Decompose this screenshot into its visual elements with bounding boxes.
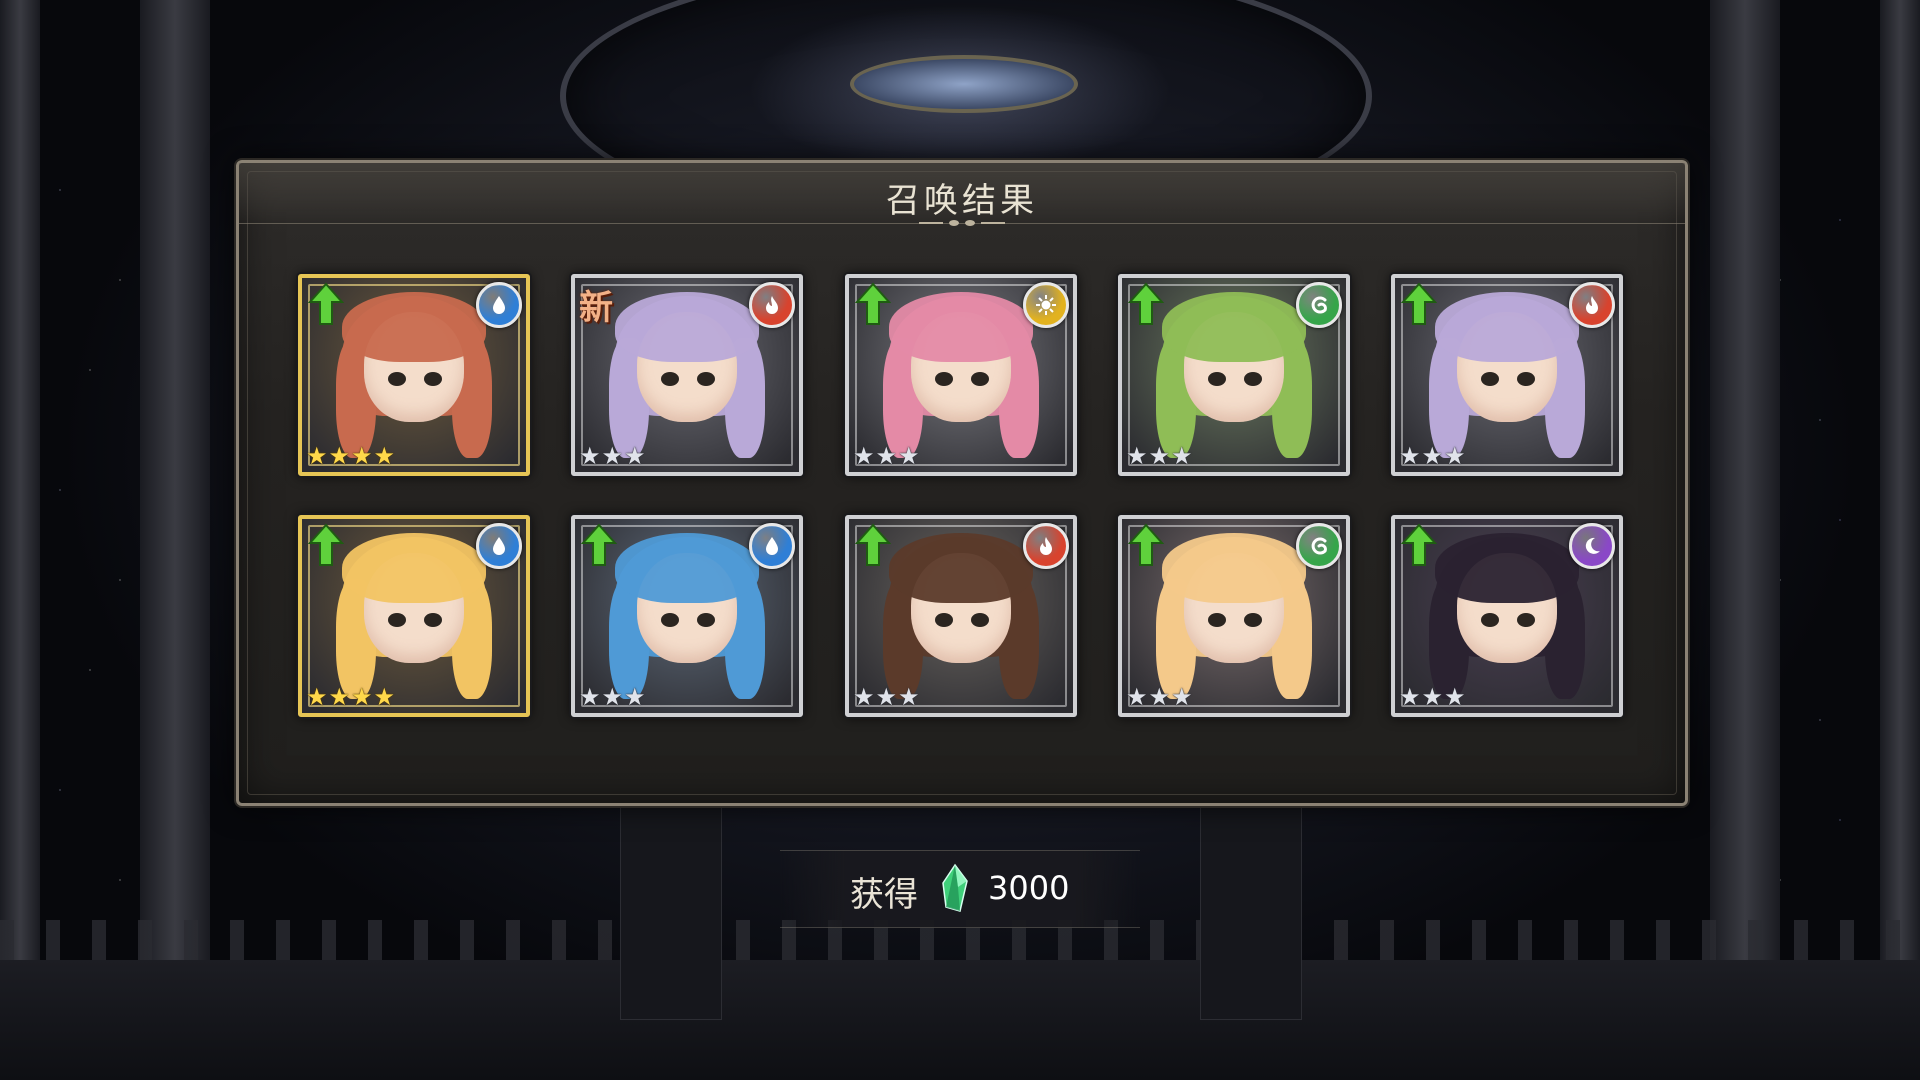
star-icon: ★ xyxy=(1171,683,1193,711)
wind-element-icon xyxy=(1296,523,1342,569)
star-icon: ★ xyxy=(1399,683,1421,711)
rarity-stars: ★ ★ ★ xyxy=(1399,444,1466,468)
star-icon: ★ xyxy=(306,442,328,470)
star-icon: ★ xyxy=(1171,442,1193,470)
star-icon: ★ xyxy=(306,683,328,711)
rarity-stars: ★ ★ ★ xyxy=(853,444,920,468)
title-ornament xyxy=(909,217,1015,229)
character-card[interactable]: 新 ★ ★ ★ xyxy=(571,274,803,476)
green-crystal-icon xyxy=(942,863,968,912)
reward-label: 获得 xyxy=(850,875,918,915)
star-icon: ★ xyxy=(601,683,624,711)
star-icon: ★ xyxy=(579,442,601,470)
new-badge: 新 xyxy=(579,288,613,328)
up-arrow-icon xyxy=(855,523,891,566)
up-arrow-icon xyxy=(1401,282,1437,325)
star-icon: ★ xyxy=(898,683,920,711)
character-card[interactable]: ★ ★ ★ ★ xyxy=(298,274,530,476)
star-icon: ★ xyxy=(853,683,875,711)
star-icon: ★ xyxy=(579,683,601,711)
wind-element-icon xyxy=(1296,282,1342,328)
dark-element-icon xyxy=(1569,523,1615,569)
up-arrow-icon xyxy=(581,523,617,566)
character-card[interactable]: ★ ★ ★ xyxy=(845,515,1077,717)
star-icon: ★ xyxy=(853,442,875,470)
water-element-icon xyxy=(476,523,522,569)
rarity-stars: ★ ★ ★ xyxy=(1399,685,1466,709)
skylight-window xyxy=(850,55,1078,113)
rarity-stars: ★ ★ ★ ★ xyxy=(306,685,395,709)
star-icon: ★ xyxy=(1444,683,1466,711)
star-icon: ★ xyxy=(601,442,624,470)
star-icon: ★ xyxy=(1126,683,1148,711)
character-card[interactable]: ★ ★ ★ xyxy=(845,274,1077,476)
character-card[interactable]: ★ ★ ★ xyxy=(571,515,803,717)
character-card[interactable]: ★ ★ ★ xyxy=(1118,274,1350,476)
star-icon: ★ xyxy=(875,683,898,711)
up-arrow-icon xyxy=(308,282,344,325)
star-icon: ★ xyxy=(1421,683,1444,711)
star-icon: ★ xyxy=(351,683,373,711)
star-icon: ★ xyxy=(1421,442,1444,470)
rarity-stars: ★ ★ ★ xyxy=(579,685,646,709)
rarity-stars: ★ ★ ★ xyxy=(1126,444,1193,468)
reward-bar: 获得 3000 xyxy=(780,850,1140,928)
star-icon: ★ xyxy=(1399,442,1421,470)
character-card[interactable]: ★ ★ ★ xyxy=(1391,515,1623,717)
character-card[interactable]: ★ ★ ★ xyxy=(1118,515,1350,717)
up-arrow-icon xyxy=(855,282,891,325)
star-icon: ★ xyxy=(328,442,351,470)
rarity-stars: ★ ★ ★ xyxy=(579,444,646,468)
reward-amount: 3000 xyxy=(988,869,1070,907)
up-arrow-icon xyxy=(1128,282,1164,325)
fire-element-icon xyxy=(1569,282,1615,328)
fire-element-icon xyxy=(749,282,795,328)
star-icon: ★ xyxy=(328,683,351,711)
up-arrow-icon xyxy=(1401,523,1437,566)
rarity-stars: ★ ★ ★ xyxy=(1126,685,1193,709)
light-element-icon xyxy=(1023,282,1069,328)
fire-element-icon xyxy=(1023,523,1069,569)
star-icon: ★ xyxy=(624,442,646,470)
star-icon: ★ xyxy=(875,442,898,470)
character-card[interactable]: ★ ★ ★ ★ xyxy=(298,515,530,717)
star-icon: ★ xyxy=(1126,442,1148,470)
page-title: 召唤结果 xyxy=(886,181,1038,221)
star-icon: ★ xyxy=(373,683,396,711)
star-icon: ★ xyxy=(624,683,646,711)
star-icon: ★ xyxy=(1444,442,1466,470)
star-icon: ★ xyxy=(1148,683,1171,711)
star-icon: ★ xyxy=(373,442,396,470)
character-card[interactable]: ★ ★ ★ xyxy=(1391,274,1623,476)
rarity-stars: ★ ★ ★ ★ xyxy=(306,444,395,468)
star-icon: ★ xyxy=(898,442,920,470)
star-icon: ★ xyxy=(351,442,373,470)
up-arrow-icon xyxy=(1128,523,1164,566)
up-arrow-icon xyxy=(308,523,344,566)
star-icon: ★ xyxy=(1148,442,1171,470)
rarity-stars: ★ ★ ★ xyxy=(853,685,920,709)
water-element-icon xyxy=(749,523,795,569)
water-element-icon xyxy=(476,282,522,328)
